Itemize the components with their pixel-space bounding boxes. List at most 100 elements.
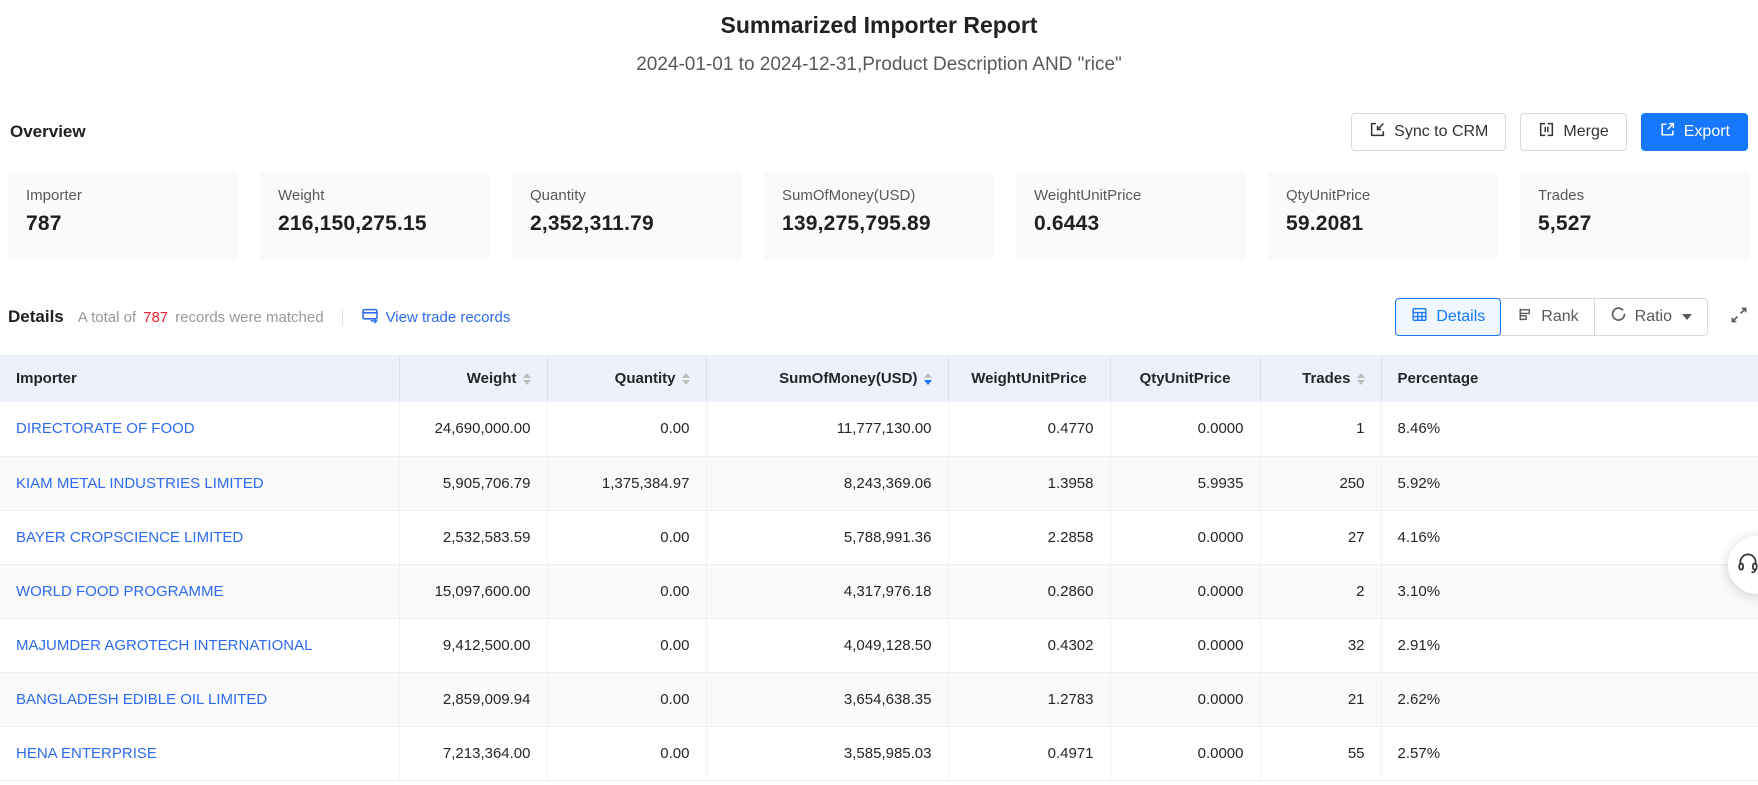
table-row: MAJUMDER AGROTECH INTERNATIONAL 9,412,50… <box>0 618 1758 672</box>
trade-records-icon <box>361 306 379 328</box>
percentage-cell: 2.91% <box>1381 618 1758 672</box>
column-header-weight-unit-price: WeightUnitPrice <box>948 355 1110 402</box>
sum-cell: 4,317,976.18 <box>706 564 948 618</box>
sort-icons-active-desc[interactable] <box>924 373 932 385</box>
quantity-cell: 0.00 <box>547 726 706 780</box>
importer-link[interactable]: HENA ENTERPRISE <box>16 745 157 762</box>
sort-icons[interactable] <box>682 373 690 385</box>
export-button[interactable]: Export <box>1641 113 1748 151</box>
sum-cell: 3,654,638.35 <box>706 672 948 726</box>
percentage-cell: 4.16% <box>1381 510 1758 564</box>
view-mode-switcher: Details Rank <box>1395 298 1708 336</box>
table-row: BANGLADESH EDIBLE OIL LIMITED 2,859,009.… <box>0 672 1758 726</box>
matched-count: 787 <box>143 309 168 326</box>
merge-button[interactable]: Merge <box>1520 113 1626 151</box>
qty-unit-price-cell: 0.0000 <box>1110 618 1260 672</box>
records-matched-text: A total of 787 records were matched <box>78 309 324 326</box>
stat-label: Importer <box>26 187 220 204</box>
sort-icons[interactable] <box>523 373 531 385</box>
weight-cell: 7,213,364.00 <box>399 726 547 780</box>
export-label: Export <box>1684 123 1730 141</box>
sync-to-crm-button[interactable]: Sync to CRM <box>1351 113 1506 151</box>
tab-rank-label: Rank <box>1541 308 1578 326</box>
sync-to-crm-label: Sync to CRM <box>1394 123 1488 141</box>
sum-cell: 11,777,130.00 <box>706 402 948 456</box>
quantity-cell: 0.00 <box>547 564 706 618</box>
weight-cell: 2,532,583.59 <box>399 510 547 564</box>
column-header-qty-unit-price: QtyUnitPrice <box>1110 355 1260 402</box>
quantity-cell: 0.00 <box>547 510 706 564</box>
trades-cell: 55 <box>1260 726 1381 780</box>
percentage-cell: 8.46% <box>1381 402 1758 456</box>
tab-rank[interactable]: Rank <box>1501 299 1594 335</box>
details-toolbar: Details A total of 787 records were matc… <box>0 296 1758 338</box>
column-header-weight[interactable]: Weight <box>399 355 547 402</box>
qty-unit-price-cell: 0.0000 <box>1110 564 1260 618</box>
tab-details-label: Details <box>1436 308 1485 326</box>
column-header-quantity[interactable]: Quantity <box>547 355 706 402</box>
weight-cell: 2,859,009.94 <box>399 672 547 726</box>
ratio-circle-icon <box>1610 306 1627 328</box>
stat-card-weight: Weight 216,150,275.15 <box>260 172 490 260</box>
sum-cell: 4,049,128.50 <box>706 618 948 672</box>
qty-unit-price-cell: 5.9935 <box>1110 456 1260 510</box>
percentage-cell: 3.10% <box>1381 564 1758 618</box>
stat-label: SumOfMoney(USD) <box>782 187 976 204</box>
quantity-cell: 0.00 <box>547 672 706 726</box>
column-header-sum-of-money[interactable]: SumOfMoney(USD) <box>706 355 948 402</box>
overview-bar: Overview Sync to CRM <box>0 112 1758 152</box>
rank-bars-icon <box>1516 306 1533 328</box>
importer-link[interactable]: BAYER CROPSCIENCE LIMITED <box>16 529 243 546</box>
overview-stat-cards: Importer 787 Weight 216,150,275.15 Quant… <box>0 172 1758 260</box>
sort-icons[interactable] <box>1357 373 1365 385</box>
weight-unit-price-cell: 1.2783 <box>948 672 1110 726</box>
table-row: BAYER CROPSCIENCE LIMITED 2,532,583.59 0… <box>0 510 1758 564</box>
importer-link[interactable]: KIAM METAL INDUSTRIES LIMITED <box>16 475 264 492</box>
column-header-trades[interactable]: Trades <box>1260 355 1381 402</box>
overview-heading: Overview <box>10 122 86 142</box>
importer-report-page: Summarized Importer Report 2024-01-01 to… <box>0 12 1758 785</box>
column-header-importer: Importer <box>0 355 399 402</box>
weight-unit-price-cell: 2.2858 <box>948 510 1110 564</box>
weight-cell: 5,905,706.79 <box>399 456 547 510</box>
matched-suffix: records were matched <box>175 309 323 326</box>
qty-unit-price-cell: 0.0000 <box>1110 726 1260 780</box>
trades-cell: 32 <box>1260 618 1381 672</box>
stat-card-importer: Importer 787 <box>8 172 238 260</box>
weight-cell: 15,097,600.00 <box>399 564 547 618</box>
matched-prefix: A total of <box>78 309 136 326</box>
qty-unit-price-cell: 0.0000 <box>1110 510 1260 564</box>
details-toolbar-right: Details Rank <box>1395 298 1750 336</box>
quantity-cell: 1,375,384.97 <box>547 456 706 510</box>
sync-icon <box>1369 121 1386 143</box>
stat-value: 216,150,275.15 <box>278 212 472 236</box>
stat-value: 5,527 <box>1538 212 1732 236</box>
sum-cell: 3,585,985.03 <box>706 726 948 780</box>
details-heading: Details <box>8 307 64 327</box>
trades-cell: 27 <box>1260 510 1381 564</box>
qty-unit-price-cell: 0.0000 <box>1110 672 1260 726</box>
importer-link[interactable]: BANGLADESH EDIBLE OIL LIMITED <box>16 691 267 708</box>
headset-icon <box>1728 550 1758 581</box>
view-trade-records-link[interactable]: View trade records <box>361 306 511 328</box>
sum-cell: 5,788,991.36 <box>706 510 948 564</box>
percentage-cell: 2.62% <box>1381 672 1758 726</box>
weight-cell: 9,412,500.00 <box>399 618 547 672</box>
weight-cell: 24,690,000.00 <box>399 402 547 456</box>
stat-value: 139,275,795.89 <box>782 212 976 236</box>
importer-link[interactable]: DIRECTORATE OF FOOD <box>16 420 195 437</box>
table-row: DIRECTORATE OF FOOD 24,690,000.00 0.00 1… <box>0 402 1758 456</box>
weight-unit-price-cell: 0.4302 <box>948 618 1110 672</box>
stat-value: 59.2081 <box>1286 212 1480 236</box>
fullscreen-button[interactable] <box>1728 304 1750 331</box>
tab-ratio[interactable]: Ratio <box>1595 299 1707 335</box>
stat-value: 2,352,311.79 <box>530 212 724 236</box>
importer-link[interactable]: MAJUMDER AGROTECH INTERNATIONAL <box>16 637 312 654</box>
importer-link[interactable]: WORLD FOOD PROGRAMME <box>16 583 224 600</box>
stat-label: QtyUnitPrice <box>1286 187 1480 204</box>
weight-unit-price-cell: 0.4971 <box>948 726 1110 780</box>
stat-card-qty-unit-price: QtyUnitPrice 59.2081 <box>1268 172 1498 260</box>
table-row: WORLD FOOD PROGRAMME 15,097,600.00 0.00 … <box>0 564 1758 618</box>
stat-card-sum-of-money: SumOfMoney(USD) 139,275,795.89 <box>764 172 994 260</box>
tab-details[interactable]: Details <box>1395 298 1501 336</box>
